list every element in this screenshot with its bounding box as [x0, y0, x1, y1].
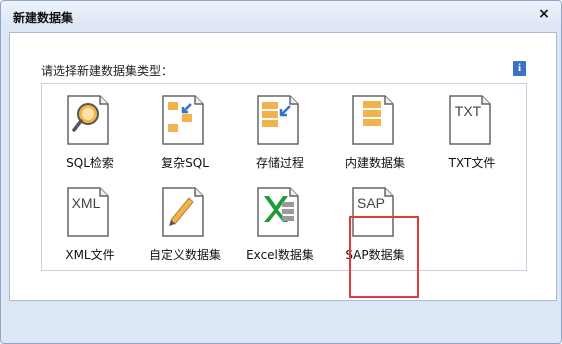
- prompt-label: 请选择新建数据集类型：: [41, 64, 174, 78]
- stored-procedure-icon: [257, 95, 299, 145]
- dataset-type-sql-search[interactable]: SQL检索: [42, 88, 138, 176]
- svg-text:SAP: SAP: [357, 195, 385, 211]
- item-label: 内建数据集: [344, 156, 405, 170]
- dataset-type-builtin[interactable]: 内建数据集: [327, 88, 423, 176]
- title-bar: 新建数据集 ×: [1, 1, 561, 31]
- xml-file-icon: XML: [67, 187, 109, 237]
- item-label: Excel数据集: [246, 248, 314, 262]
- dialog-title: 新建数据集: [13, 11, 74, 25]
- item-label: 自定义数据集: [148, 248, 221, 262]
- dataset-type-complex-sql[interactable]: 复杂SQL: [137, 88, 233, 176]
- dataset-type-txt[interactable]: TXT TXT文件: [424, 88, 520, 176]
- new-dataset-dialog: 新建数据集 × 请选择新建数据集类型： i SQL检索 复杂SQL 存储过程 内…: [0, 0, 562, 344]
- dialog-content: 请选择新建数据集类型： i SQL检索 复杂SQL 存储过程 内建数据集 TXT…: [9, 32, 557, 301]
- item-label: SQL检索: [66, 156, 114, 170]
- info-icon[interactable]: i: [513, 61, 526, 76]
- excel-dataset-icon: [257, 187, 299, 237]
- dataset-type-custom[interactable]: 自定义数据集: [137, 180, 233, 268]
- svg-text:TXT: TXT: [455, 103, 482, 119]
- custom-dataset-icon: [162, 187, 204, 237]
- complex-sql-icon: [162, 95, 204, 145]
- dataset-type-grid: SQL检索 复杂SQL 存储过程 内建数据集 TXT TXT文件 XML XML…: [41, 83, 527, 298]
- dataset-type-xml[interactable]: XML XML文件: [42, 180, 138, 268]
- txt-file-icon: TXT: [449, 95, 491, 145]
- item-label: 复杂SQL: [161, 156, 209, 170]
- item-label: XML文件: [65, 248, 115, 262]
- dataset-type-stored-procedure[interactable]: 存储过程: [232, 88, 328, 176]
- item-label: 存储过程: [255, 156, 304, 170]
- item-label: TXT文件: [448, 156, 496, 170]
- builtin-dataset-icon: [352, 95, 394, 145]
- dataset-type-excel[interactable]: Excel数据集: [232, 180, 328, 268]
- sql-search-icon: [67, 95, 109, 145]
- selection-highlight: [349, 216, 419, 298]
- svg-text:XML: XML: [72, 195, 101, 211]
- close-icon[interactable]: ×: [537, 7, 551, 21]
